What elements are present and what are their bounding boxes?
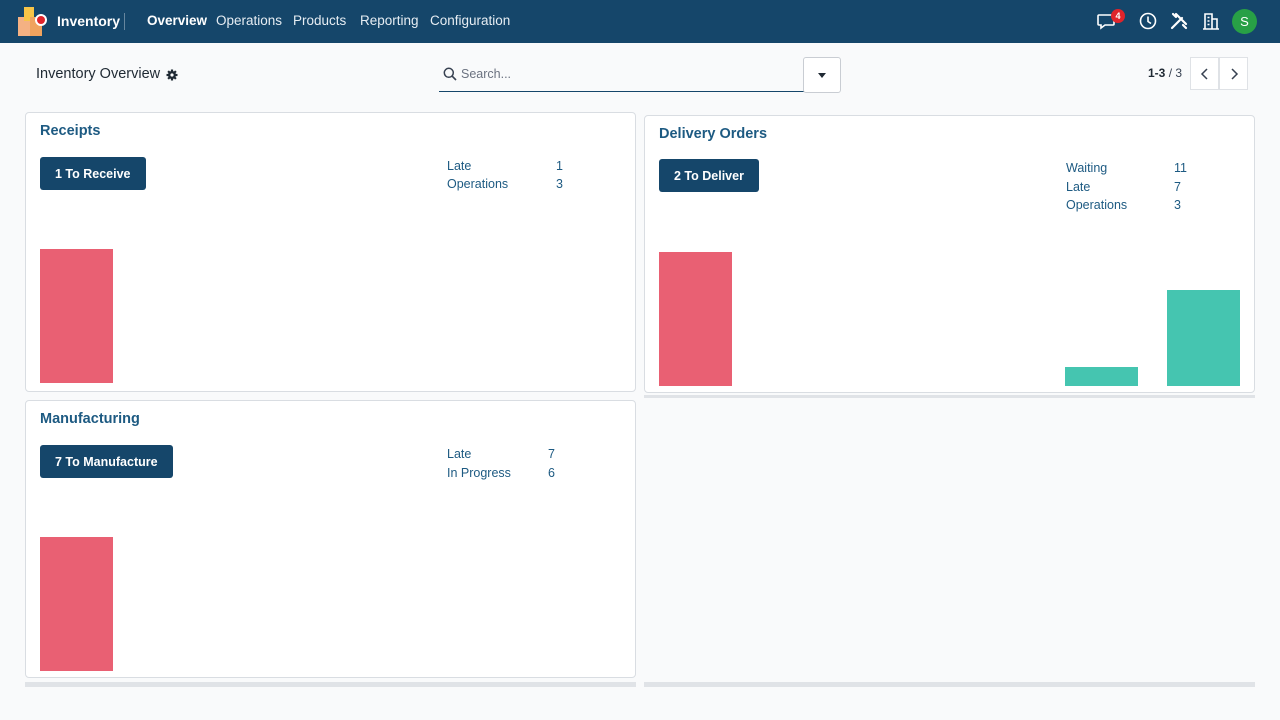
delivery-orders-title[interactable]: Delivery Orders [659,126,767,142]
search-box [439,57,804,92]
user-avatar[interactable]: S [1232,9,1257,34]
delivery-card-underline [644,395,1255,398]
navbar-divider [124,13,125,30]
delivery-graph [659,252,1241,386]
receipts-late-bar[interactable] [40,249,113,383]
menu-products[interactable]: Products [293,13,346,28]
manufacturing-title[interactable]: Manufacturing [40,411,140,427]
chevron-left-icon [1200,68,1208,80]
manufacturing-late-label[interactable]: Late [447,447,471,461]
chevron-right-icon [1231,68,1239,80]
receipts-title[interactable]: Receipts [40,123,100,139]
to-receive-button[interactable]: 1 To Receive [40,157,146,190]
manufacturing-card: Manufacturing 7 To Manufacture Late 7 In… [25,400,636,678]
receipts-operations-value[interactable]: 3 [556,177,563,191]
pager-previous-button[interactable] [1190,57,1219,90]
page-title: Inventory Overview [36,66,161,82]
search-icon [443,67,457,81]
delivery-operations-label[interactable]: Operations [1066,198,1127,212]
receipts-late-value[interactable]: 1 [556,159,563,173]
pager-next-button[interactable] [1219,57,1248,90]
activity-clock-icon[interactable] [1137,10,1159,32]
manufacturing-card-underline [25,682,636,687]
manufacturing-graph [40,537,622,671]
delivery-waiting-value[interactable]: 11 [1174,161,1187,175]
search-bar [439,57,841,93]
menu-overview[interactable]: Overview [147,13,207,28]
delivery-future-bar-small[interactable] [1065,367,1138,386]
delivery-operations-value[interactable]: 3 [1174,198,1181,212]
receipts-operations-label[interactable]: Operations [447,177,508,191]
to-deliver-button[interactable]: 2 To Deliver [659,159,759,192]
top-navbar: Inventory Overview Operations Products R… [0,0,1280,43]
delivery-late-value[interactable]: 7 [1174,180,1181,194]
manufacturing-late-bar[interactable] [40,537,113,671]
search-input[interactable] [461,63,791,85]
menu-operations[interactable]: Operations [216,13,282,28]
manufacturing-late-value[interactable]: 7 [548,447,555,461]
delivery-orders-card: Delivery Orders 2 To Deliver Waiting 11 … [644,115,1255,393]
menu-reporting[interactable]: Reporting [360,13,419,28]
pager-value: 1-3 / 3 [1148,66,1182,80]
receipts-card: Receipts 1 To Receive Late 1 Operations … [25,112,636,392]
manufacturing-in-progress-label[interactable]: In Progress [447,466,511,480]
pager-range[interactable]: 1-3 [1148,66,1165,80]
tools-icon[interactable] [1168,10,1190,32]
company-building-icon[interactable] [1200,10,1222,32]
to-manufacture-button[interactable]: 7 To Manufacture [40,445,173,478]
manufacturing-in-progress-value[interactable]: 6 [548,466,555,480]
delivery-late-label[interactable]: Late [1066,180,1090,194]
search-options-toggle[interactable] [803,57,841,93]
receipts-late-label[interactable]: Late [447,159,471,173]
app-name[interactable]: Inventory [57,13,120,29]
inventory-app-logo-icon[interactable] [18,7,48,36]
receipts-graph [40,249,622,383]
menu-configuration[interactable]: Configuration [430,13,510,28]
gear-icon[interactable] [166,69,178,81]
empty-card-underline [644,682,1255,687]
delivery-late-bar[interactable] [659,252,732,386]
caret-down-icon [818,73,826,78]
delivery-waiting-label[interactable]: Waiting [1066,161,1107,175]
messages-count-badge: 4 [1111,9,1125,23]
pager-total: / 3 [1168,66,1183,80]
delivery-future-bar-large[interactable] [1167,290,1240,386]
